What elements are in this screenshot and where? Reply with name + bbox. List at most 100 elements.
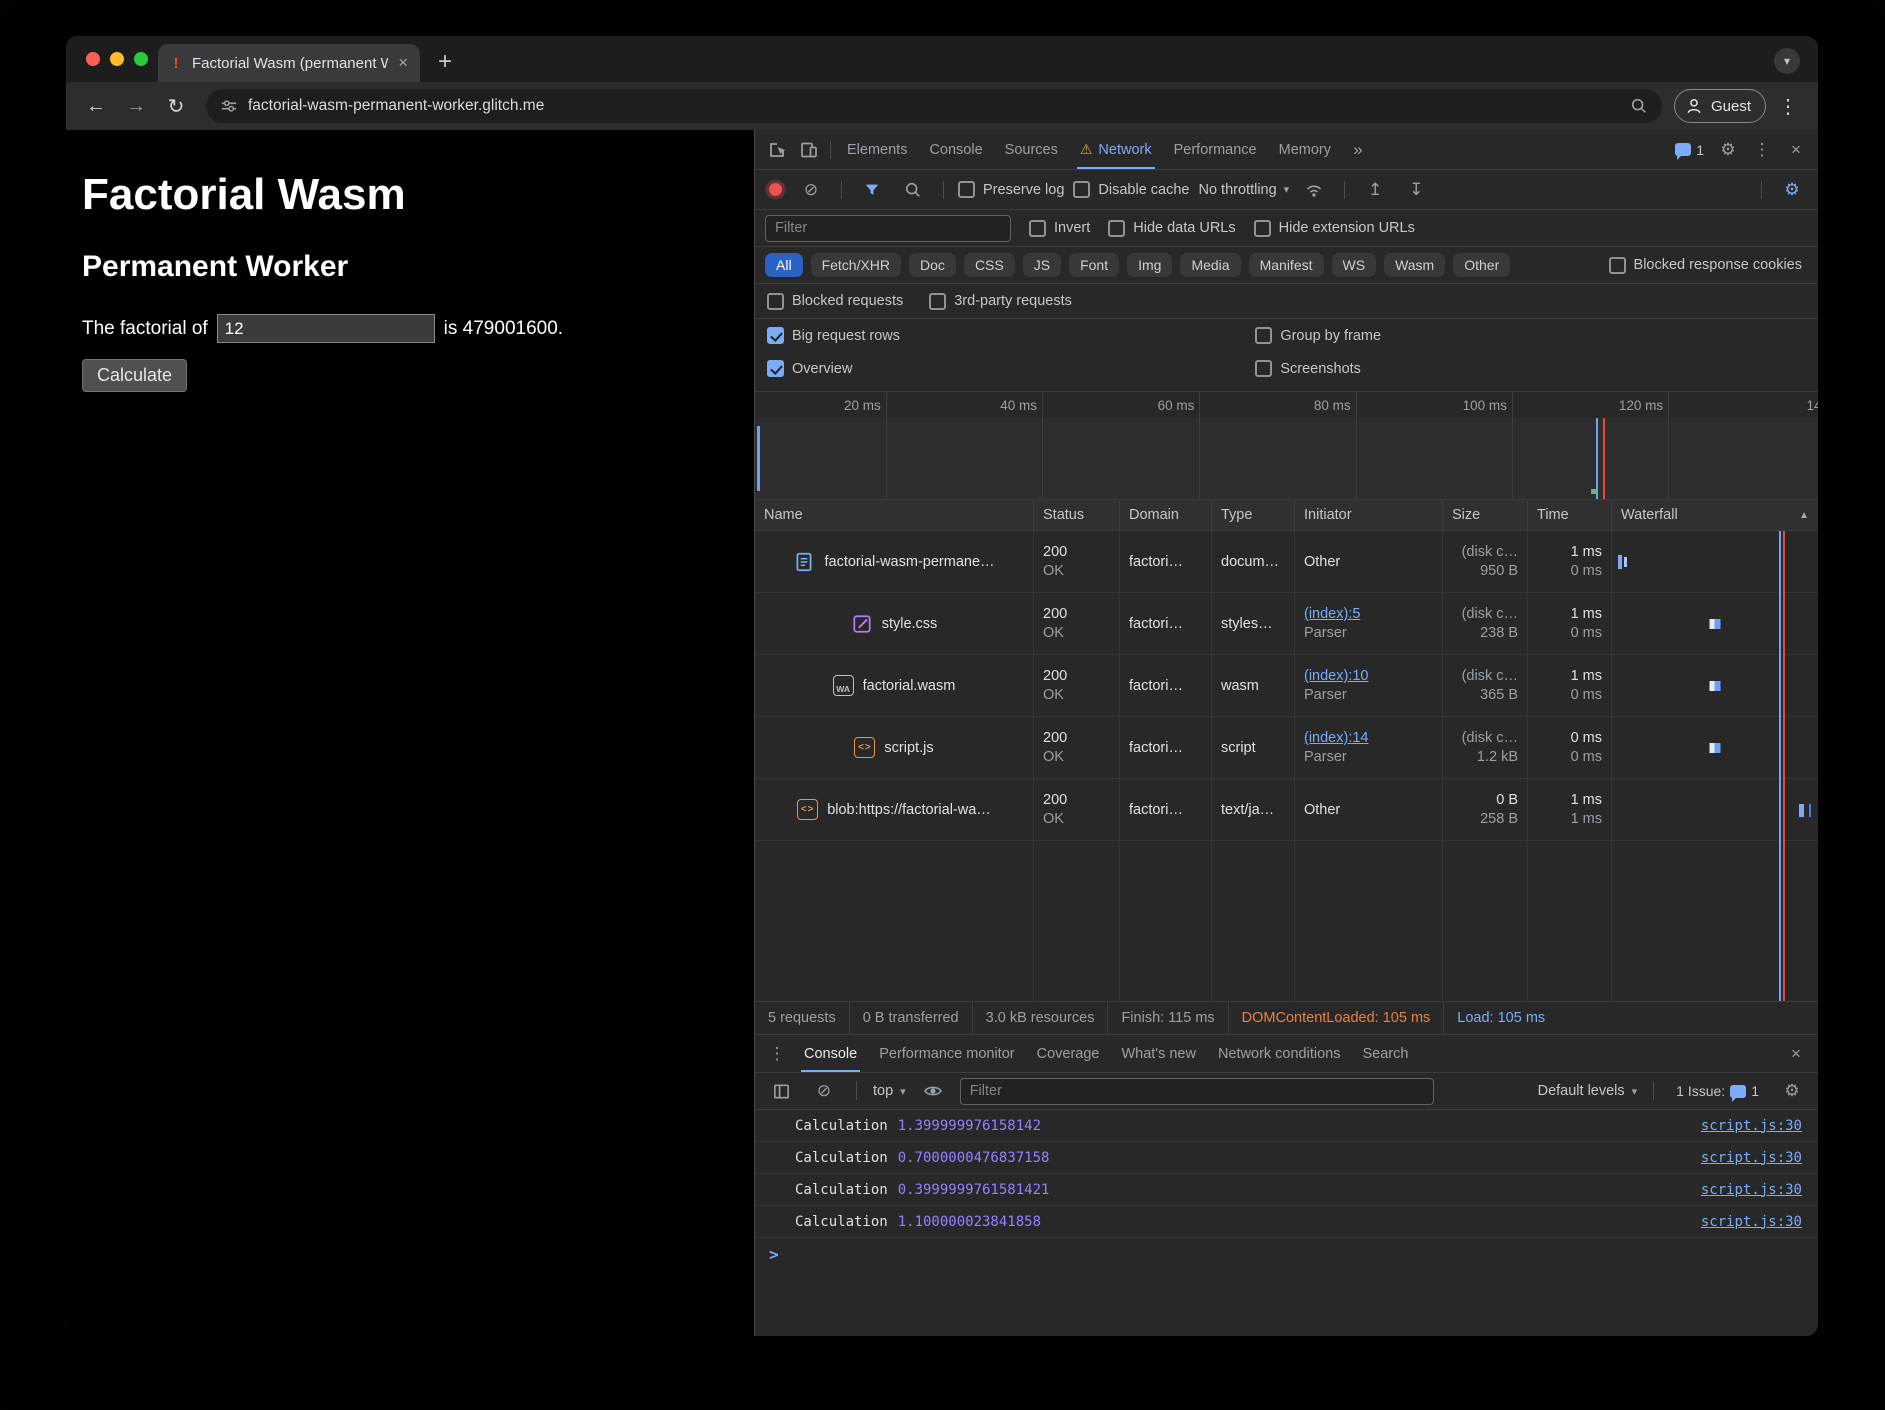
console-prompt[interactable]: > (755, 1238, 1818, 1264)
console-message[interactable]: Calculation 1.100000023841858 script.js:… (755, 1206, 1818, 1238)
chip-img[interactable]: Img (1127, 253, 1172, 277)
drawer-tab-console[interactable]: Console (793, 1035, 868, 1072)
drawer-tab-network-conditions[interactable]: Network conditions (1207, 1035, 1352, 1072)
minimize-window-button[interactable] (110, 52, 124, 66)
group-by-frame-checkbox[interactable]: Group by frame (1255, 327, 1806, 344)
filter-icon[interactable] (856, 174, 888, 206)
export-har-icon[interactable]: ↧ (1400, 174, 1432, 206)
tab-performance[interactable]: Performance (1163, 130, 1268, 169)
network-request-row[interactable]: factorial-wasm-permane… 200OK factori… d… (755, 531, 1818, 593)
chip-ws[interactable]: WS (1332, 253, 1377, 277)
tab-sources[interactable]: Sources (994, 130, 1069, 169)
tab-search-button[interactable]: ▾ (1774, 48, 1800, 74)
devtools-close-icon[interactable]: × (1780, 134, 1812, 166)
devtools-menu-icon[interactable]: ⋮ (1746, 134, 1778, 166)
network-conditions-icon[interactable] (1298, 174, 1330, 206)
chip-other[interactable]: Other (1453, 253, 1510, 277)
tab-close-icon[interactable]: × (396, 53, 410, 73)
chip-font[interactable]: Font (1069, 253, 1119, 277)
console-settings-icon[interactable]: ⚙ (1776, 1075, 1808, 1107)
reload-button[interactable]: ↻ (158, 88, 194, 124)
device-toolbar-icon[interactable] (793, 134, 825, 166)
console-message[interactable]: Calculation 1.399999976158142 script.js:… (755, 1110, 1818, 1142)
inspect-element-icon[interactable] (761, 134, 793, 166)
drawer-tab-whats-new[interactable]: What's new (1110, 1035, 1207, 1072)
blocked-requests-checkbox[interactable]: Blocked requests (767, 293, 903, 310)
console-issues-button[interactable]: 1 Issue: 1 (1670, 1082, 1765, 1100)
network-settings-icon[interactable]: ⚙ (1776, 174, 1808, 206)
source-link[interactable]: script.js:30 (1701, 1150, 1802, 1166)
calculate-button[interactable]: Calculate (82, 359, 187, 392)
close-window-button[interactable] (86, 52, 100, 66)
initiator-link[interactable]: (index):14 (1304, 730, 1433, 746)
console-filter-input[interactable] (960, 1078, 1434, 1105)
console-context-select[interactable]: top ▾ (873, 1083, 906, 1099)
browser-tab[interactable]: ! Factorial Wasm (permanent W × (158, 44, 420, 82)
preserve-log-checkbox[interactable]: Preserve log (958, 181, 1064, 198)
console-message[interactable]: Calculation 0.7000000476837158 script.js… (755, 1142, 1818, 1174)
chip-wasm[interactable]: Wasm (1384, 253, 1445, 277)
search-network-icon[interactable] (897, 174, 929, 206)
new-tab-button[interactable]: + (430, 47, 460, 77)
tab-network[interactable]: ⚠ Network (1069, 130, 1163, 169)
zoom-icon[interactable] (1630, 97, 1648, 115)
column-header-initiator[interactable]: Initiator (1295, 500, 1443, 530)
chip-manifest[interactable]: Manifest (1249, 253, 1324, 277)
browser-menu-button[interactable]: ⋮ (1770, 88, 1806, 124)
back-button[interactable]: ← (78, 88, 114, 124)
third-party-requests-checkbox[interactable]: 3rd-party requests (929, 293, 1072, 310)
profile-button[interactable]: Guest (1674, 89, 1766, 123)
forward-button[interactable]: → (118, 88, 154, 124)
network-request-row[interactable]: WA factorial.wasm 200OK factori… wasm (i… (755, 655, 1818, 717)
big-request-rows-checkbox[interactable]: Big request rows (767, 327, 1255, 344)
console-message[interactable]: Calculation 0.3999999761581421 script.js… (755, 1174, 1818, 1206)
tab-console[interactable]: Console (918, 130, 993, 169)
network-request-row[interactable]: <> script.js 200OK factori… script (inde… (755, 717, 1818, 779)
log-levels-select[interactable]: Default levels ▾ (1538, 1083, 1638, 1099)
chip-fetch-xhr[interactable]: Fetch/XHR (811, 253, 901, 277)
column-header-domain[interactable]: Domain (1120, 500, 1212, 530)
blocked-response-cookies-checkbox[interactable]: Blocked response cookies (1609, 257, 1808, 274)
invert-checkbox[interactable]: Invert (1029, 220, 1090, 237)
network-overview-timeline[interactable]: 20 ms 40 ms 60 ms 80 ms 100 ms 120 ms 14 (755, 392, 1818, 500)
drawer-menu-icon[interactable]: ⋮ (761, 1038, 793, 1070)
initiator-link[interactable]: (index):10 (1304, 668, 1433, 684)
tab-memory[interactable]: Memory (1268, 130, 1342, 169)
more-tabs-icon[interactable]: » (1342, 134, 1374, 166)
drawer-tab-search[interactable]: Search (1351, 1035, 1419, 1072)
column-header-waterfall[interactable]: Waterfall ▲ (1612, 500, 1818, 530)
column-header-status[interactable]: Status (1034, 500, 1120, 530)
drawer-tab-performance-monitor[interactable]: Performance monitor (868, 1035, 1025, 1072)
record-network-log-button[interactable] (769, 183, 782, 196)
disable-cache-checkbox[interactable]: Disable cache (1073, 181, 1189, 198)
network-filter-input[interactable] (765, 215, 1011, 242)
maximize-window-button[interactable] (134, 52, 148, 66)
console-sidebar-icon[interactable] (765, 1075, 797, 1107)
source-link[interactable]: script.js:30 (1701, 1182, 1802, 1198)
screenshots-checkbox[interactable]: Screenshots (1255, 360, 1806, 377)
omnibox[interactable]: factorial-wasm-permanent-worker.glitch.m… (206, 89, 1662, 123)
chip-media[interactable]: Media (1180, 253, 1240, 277)
clear-network-log-icon[interactable]: ⊘ (795, 174, 827, 206)
network-request-row[interactable]: style.css 200OK factori… styles… (index)… (755, 593, 1818, 655)
hide-data-urls-checkbox[interactable]: Hide data URLs (1108, 220, 1235, 237)
devtools-settings-icon[interactable]: ⚙ (1712, 134, 1744, 166)
overview-checkbox[interactable]: Overview (767, 360, 1255, 377)
column-header-type[interactable]: Type (1212, 500, 1295, 530)
import-har-icon[interactable]: ↥ (1359, 174, 1391, 206)
factorial-input[interactable] (217, 314, 435, 343)
initiator-link[interactable]: (index):5 (1304, 606, 1433, 622)
source-link[interactable]: script.js:30 (1701, 1214, 1802, 1230)
create-live-expression-icon[interactable] (917, 1075, 949, 1107)
chip-css[interactable]: CSS (964, 253, 1015, 277)
clear-console-icon[interactable]: ⊘ (808, 1075, 840, 1107)
drawer-tab-coverage[interactable]: Coverage (1026, 1035, 1111, 1072)
chip-all[interactable]: All (765, 253, 803, 277)
column-header-time[interactable]: Time (1528, 500, 1612, 530)
site-settings-icon[interactable] (220, 97, 238, 115)
chip-doc[interactable]: Doc (909, 253, 956, 277)
column-header-size[interactable]: Size (1443, 500, 1528, 530)
source-link[interactable]: script.js:30 (1701, 1118, 1802, 1134)
issues-button[interactable]: 1 (1669, 141, 1710, 159)
drawer-close-icon[interactable]: × (1780, 1038, 1812, 1070)
